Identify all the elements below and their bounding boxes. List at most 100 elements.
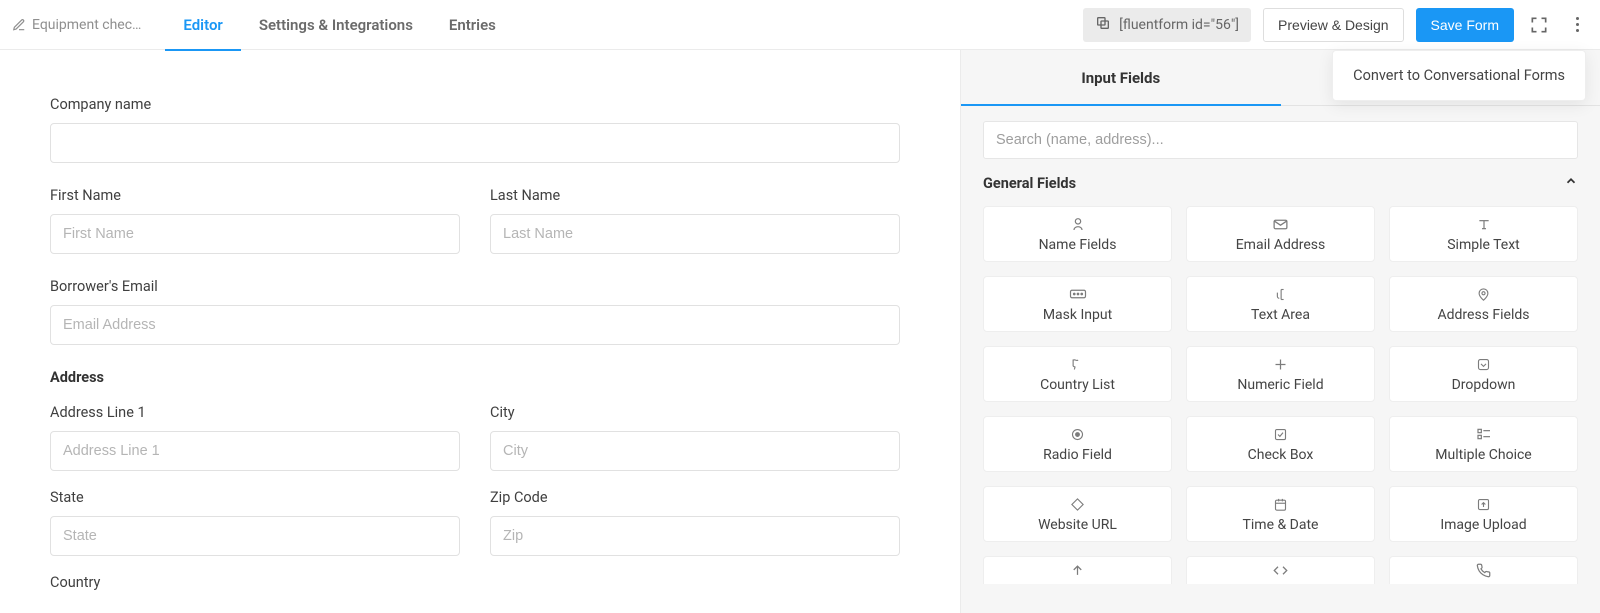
field-card-label: Text Area	[1251, 307, 1310, 323]
user-icon	[1070, 215, 1086, 233]
list-icon	[1476, 425, 1492, 443]
shortcode-text: [fluentform id="56"]	[1119, 17, 1239, 33]
state-field[interactable]: State	[50, 489, 460, 556]
top-bar: Equipment chec… Editor Settings & Integr…	[0, 0, 1600, 50]
field-card-label: Country List	[1040, 377, 1115, 393]
field-card-simple-text[interactable]: Simple Text	[1389, 206, 1578, 262]
addr1-input[interactable]	[50, 431, 460, 471]
hash-icon	[1273, 355, 1288, 373]
field-card-address-fields[interactable]: Address Fields	[1389, 276, 1578, 332]
save-form-button[interactable]: Save Form	[1416, 8, 1514, 42]
fields-grid: Name Fields Email Address Simple Text Mask …	[961, 206, 1600, 542]
company-input[interactable]	[50, 123, 900, 163]
country-label: Country	[50, 574, 900, 591]
first-name-input[interactable]	[50, 214, 460, 254]
field-card-name-fields[interactable]: Name Fields	[983, 206, 1172, 262]
zip-input[interactable]	[490, 516, 900, 556]
chevron-up-icon	[1564, 174, 1578, 192]
phone-icon	[1476, 562, 1491, 580]
address-heading: Address	[50, 369, 900, 386]
field-card-label: Dropdown	[1452, 377, 1516, 393]
nav-left: Equipment chec… Editor Settings & Integr…	[12, 0, 514, 49]
addr1-field[interactable]: Address Line 1	[50, 404, 460, 471]
field-card-label: Time & Date	[1243, 517, 1319, 533]
general-fields-header[interactable]: General Fields	[961, 174, 1600, 206]
field-card-image-upload[interactable]: Image Upload	[1389, 486, 1578, 542]
field-card-text-area[interactable]: Text Area	[1186, 276, 1375, 332]
diamond-icon	[1070, 495, 1085, 513]
email-label: Borrower's Email	[50, 278, 900, 295]
field-card-time-&-date[interactable]: Time & Date	[1186, 486, 1375, 542]
field-card-label: Email Address	[1236, 237, 1326, 253]
workspace: Company name First Name Last Name Borrow…	[0, 50, 1600, 613]
field-card-label: Simple Text	[1447, 237, 1520, 253]
zip-field[interactable]: Zip Code	[490, 489, 900, 556]
copy-icon	[1095, 15, 1111, 35]
convert-popover[interactable]: Convert to Conversational Forms	[1332, 50, 1586, 101]
form-title-text: Equipment chec…	[32, 17, 141, 33]
last-name-field[interactable]: Last Name	[490, 187, 900, 254]
field-card-label: Check Box	[1248, 447, 1314, 463]
field-card-email-address[interactable]: Email Address	[1186, 206, 1375, 262]
state-input[interactable]	[50, 516, 460, 556]
checkbox-icon	[1273, 425, 1288, 443]
addr1-label: Address Line 1	[50, 404, 460, 421]
tab-settings[interactable]: Settings & Integrations	[241, 0, 431, 50]
upload-icon	[1070, 562, 1085, 580]
right-panel: Convert to Conversational Forms Input Fi…	[960, 50, 1600, 613]
more-menu-button[interactable]	[1564, 12, 1590, 38]
city-field[interactable]: City	[490, 404, 900, 471]
field-card-partial[interactable]	[983, 556, 1172, 584]
preview-design-button[interactable]: Preview & Design	[1263, 8, 1404, 42]
field-card-numeric-field[interactable]: Numeric Field	[1186, 346, 1375, 402]
city-input[interactable]	[490, 431, 900, 471]
field-card-label: Radio Field	[1043, 447, 1112, 463]
zip-label: Zip Code	[490, 489, 900, 506]
tab-editor[interactable]: Editor	[165, 0, 240, 50]
flag-icon	[1070, 355, 1085, 373]
company-field[interactable]: Company name	[50, 96, 900, 163]
state-label: State	[50, 489, 460, 506]
email-input[interactable]	[50, 305, 900, 345]
paragraph-icon	[1273, 285, 1288, 303]
dropdown-icon	[1476, 355, 1491, 373]
first-name-field[interactable]: First Name	[50, 187, 460, 254]
nav-right: [fluentform id="56"] Preview & Design Sa…	[1083, 8, 1590, 42]
field-card-multiple-choice[interactable]: Multiple Choice	[1389, 416, 1578, 472]
field-card-radio-field[interactable]: Radio Field	[983, 416, 1172, 472]
mail-icon	[1272, 215, 1289, 233]
field-card-partial[interactable]	[1186, 556, 1375, 584]
general-fields-label: General Fields	[983, 175, 1076, 192]
field-card-label: Numeric Field	[1237, 377, 1323, 393]
panel-tab-input-fields[interactable]: Input Fields	[961, 50, 1281, 105]
field-card-mask-input[interactable]: Mask Input	[983, 276, 1172, 332]
country-field[interactable]: Country	[50, 574, 900, 591]
radio-icon	[1070, 425, 1085, 443]
form-canvas: Company name First Name Last Name Borrow…	[0, 50, 960, 613]
shortcode-chip[interactable]: [fluentform id="56"]	[1083, 8, 1251, 42]
dots-vertical-icon	[1576, 17, 1579, 32]
text-cursor-icon	[1476, 215, 1492, 233]
field-card-label: Address Fields	[1438, 307, 1530, 323]
search-wrap	[961, 106, 1600, 174]
field-card-label: Website URL	[1038, 517, 1117, 533]
field-card-label: Image Upload	[1440, 517, 1526, 533]
field-card-label: Multiple Choice	[1435, 447, 1531, 463]
first-name-label: First Name	[50, 187, 460, 204]
last-name-label: Last Name	[490, 187, 900, 204]
last-name-input[interactable]	[490, 214, 900, 254]
form-title[interactable]: Equipment chec…	[12, 17, 141, 33]
search-input[interactable]	[983, 121, 1578, 159]
field-card-dropdown[interactable]: Dropdown	[1389, 346, 1578, 402]
field-card-partial[interactable]	[1389, 556, 1578, 584]
field-card-check-box[interactable]: Check Box	[1186, 416, 1375, 472]
field-card-country-list[interactable]: Country List	[983, 346, 1172, 402]
tab-entries[interactable]: Entries	[431, 0, 514, 50]
image-upload-icon	[1476, 495, 1491, 513]
field-card-website-url[interactable]: Website URL	[983, 486, 1172, 542]
mask-icon	[1069, 285, 1087, 303]
fullscreen-button[interactable]	[1526, 12, 1552, 38]
field-card-label: Mask Input	[1043, 307, 1112, 323]
email-field[interactable]: Borrower's Email	[50, 278, 900, 345]
company-label: Company name	[50, 96, 900, 113]
